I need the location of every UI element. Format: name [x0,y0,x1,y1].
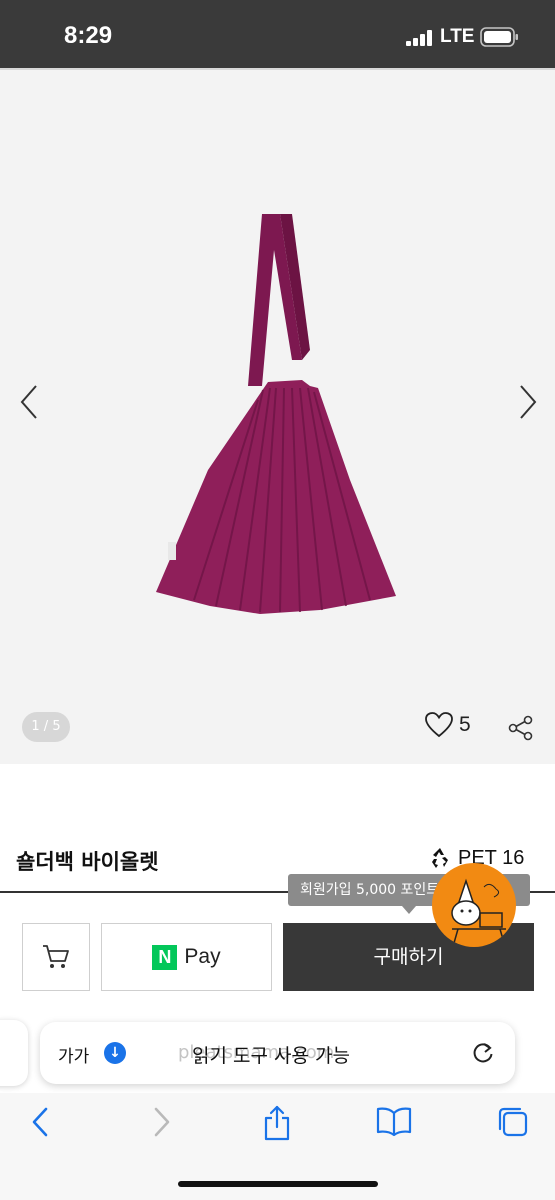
status-bar: 8:29 LTE [0,0,555,68]
like-button[interactable]: 5 [425,712,471,738]
gallery-next-button[interactable] [515,382,539,422]
previous-tab-card[interactable] [0,1020,28,1086]
reload-icon[interactable] [470,1040,496,1066]
share-icon[interactable] [508,715,534,741]
reader-download-icon[interactable]: ↓ [104,1042,126,1064]
like-count: 5 [459,713,471,736]
network-label: LTE [440,26,475,47]
mascot-illustration [451,878,506,944]
heart-icon [425,712,453,738]
cart-icon [43,945,69,968]
reader-available-label: 읽기 도구 사용 가능 [192,1045,350,1067]
product-image [156,214,396,614]
signal-icon [406,30,432,46]
text-size-button[interactable]: 가가 [58,1042,89,1067]
npay-button[interactable]: N Pay [101,923,272,991]
naver-pay-logo: N [152,944,178,970]
address-bar[interactable]: 가가 ↓ pleatsmama.com 읽기 도구 사용 가능 [40,1022,515,1084]
product-title: 숄더백 바이올렛 [16,850,159,874]
tooltip-tail [402,906,416,914]
cart-button[interactable] [22,923,90,991]
gallery-pager: 1 / 5 [22,712,70,742]
forward-icon[interactable] [148,1105,174,1139]
npay-label: Pay [184,945,221,968]
recycle-icon [432,848,448,868]
tabs-icon[interactable] [496,1105,530,1139]
home-indicator [178,1181,378,1187]
bookmarks-icon[interactable] [376,1105,412,1137]
status-time: 8:29 [64,22,113,49]
gallery-prev-button[interactable] [18,382,42,422]
mascot-chat-button[interactable] [432,863,516,947]
product-gallery[interactable]: 1 / 5 5 [0,70,555,764]
battery-icon [480,27,518,47]
share-sheet-icon[interactable] [262,1105,292,1141]
back-icon[interactable] [28,1105,54,1139]
